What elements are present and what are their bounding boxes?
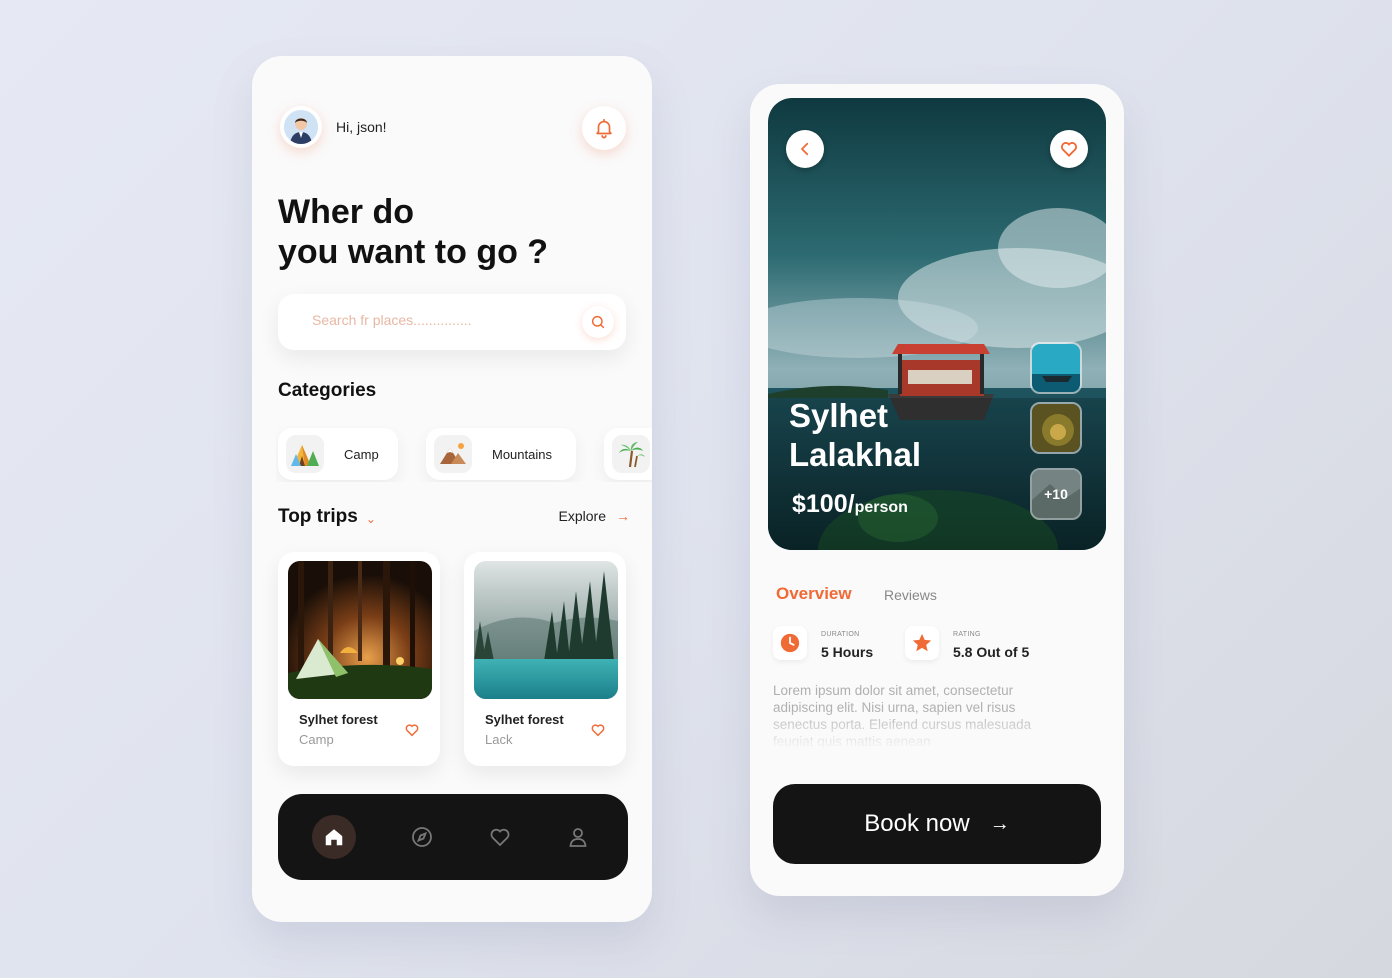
chevron-down-icon: ⌄ bbox=[365, 512, 376, 526]
category-palm[interactable] bbox=[604, 428, 652, 480]
book-now-label: Book now bbox=[864, 810, 970, 837]
gallery-thumbnail[interactable] bbox=[1030, 342, 1082, 394]
back-button[interactable] bbox=[786, 130, 824, 168]
greeting-text: Hi, json! bbox=[336, 119, 387, 135]
heart-icon[interactable] bbox=[478, 815, 522, 859]
detail-screen: Sylhet Lalakhal $100/person +10 Overview… bbox=[750, 84, 1124, 896]
category-mountains[interactable]: Mountains bbox=[426, 428, 576, 480]
search-input[interactable] bbox=[312, 312, 562, 328]
duration-label: DURATION bbox=[821, 631, 860, 638]
heart-icon[interactable] bbox=[404, 722, 420, 743]
tab-reviews[interactable]: Reviews bbox=[884, 587, 937, 603]
category-label: Mountains bbox=[492, 446, 552, 462]
place-name-line-2: Lalakhal bbox=[789, 436, 922, 473]
gallery-thumbnail[interactable] bbox=[1030, 402, 1082, 454]
compass-icon[interactable] bbox=[400, 815, 444, 859]
duration-stat: DURATION 5 Hours bbox=[773, 626, 893, 662]
arrow-right-icon: → bbox=[989, 812, 1010, 835]
place-title: Sylhet Lalakhal bbox=[789, 396, 1009, 474]
page-title: Wher do you want to go ? bbox=[278, 192, 618, 272]
mountains-icon bbox=[434, 435, 472, 473]
avatar[interactable] bbox=[280, 106, 322, 148]
tab-overview[interactable]: Overview bbox=[776, 584, 852, 604]
categories-list: Camp Mountains bbox=[276, 426, 652, 482]
arrow-right-icon: → bbox=[616, 508, 630, 524]
search-bar bbox=[278, 294, 626, 350]
rating-stat: RATING 5.8 Out of 5 bbox=[905, 626, 1055, 662]
rating-label: RATING bbox=[953, 631, 981, 638]
camp-icon bbox=[286, 435, 324, 473]
book-now-button[interactable]: Book now → bbox=[773, 784, 1101, 864]
hero-image: Sylhet Lalakhal $100/person +10 bbox=[768, 98, 1106, 550]
description-text: Lorem ipsum dolor sit amet, consectetur … bbox=[773, 683, 1032, 749]
top-trips-title: Top trips bbox=[278, 506, 358, 527]
headline-line-2: you want to go ? bbox=[278, 233, 549, 271]
trip-title: Sylhet forest bbox=[485, 712, 564, 727]
duration-value: 5 Hours bbox=[821, 644, 874, 660]
place-name-line-1: Sylhet bbox=[789, 397, 889, 434]
gallery-more-thumbnail[interactable]: +10 bbox=[1030, 468, 1082, 520]
trip-title: Sylhet forest bbox=[299, 712, 378, 727]
clock-icon bbox=[773, 626, 807, 660]
trip-card[interactable]: Sylhet forest Lack bbox=[464, 552, 626, 766]
trip-image bbox=[474, 561, 618, 699]
headline-line-1: Wher do bbox=[278, 193, 414, 231]
profile-icon[interactable] bbox=[556, 815, 600, 859]
favorite-heart-icon[interactable] bbox=[1050, 130, 1088, 168]
price-value: $100/ bbox=[792, 490, 855, 518]
heart-icon[interactable] bbox=[590, 722, 606, 743]
explore-label: Explore bbox=[558, 508, 606, 524]
categories-title: Categories bbox=[278, 380, 377, 401]
home-icon[interactable] bbox=[312, 815, 356, 859]
top-trips-header[interactable]: Top trips ⌄ bbox=[278, 506, 376, 528]
price-unit: person bbox=[854, 499, 908, 516]
notification-bell-icon[interactable] bbox=[582, 106, 626, 150]
home-header: Hi, json! bbox=[280, 106, 626, 150]
trip-card[interactable]: Sylhet forest Camp bbox=[278, 552, 440, 766]
home-screen: Hi, json! Wher do you want to go ? Categ… bbox=[252, 56, 652, 922]
price: $100/person bbox=[792, 490, 908, 519]
explore-link[interactable]: Explore → bbox=[559, 508, 630, 524]
palm-tree-icon bbox=[612, 435, 650, 473]
trip-image bbox=[288, 561, 432, 699]
category-camp[interactable]: Camp bbox=[278, 428, 398, 480]
avatar-image bbox=[284, 110, 318, 144]
bottom-nav bbox=[278, 794, 628, 880]
search-icon[interactable] bbox=[582, 306, 614, 338]
star-icon bbox=[905, 626, 939, 660]
more-photos-count: +10 bbox=[1044, 486, 1068, 502]
rating-value: 5.8 Out of 5 bbox=[953, 644, 1030, 660]
trip-subtitle: Camp bbox=[299, 732, 334, 747]
category-label: Camp bbox=[344, 446, 379, 462]
trip-subtitle: Lack bbox=[485, 732, 513, 747]
